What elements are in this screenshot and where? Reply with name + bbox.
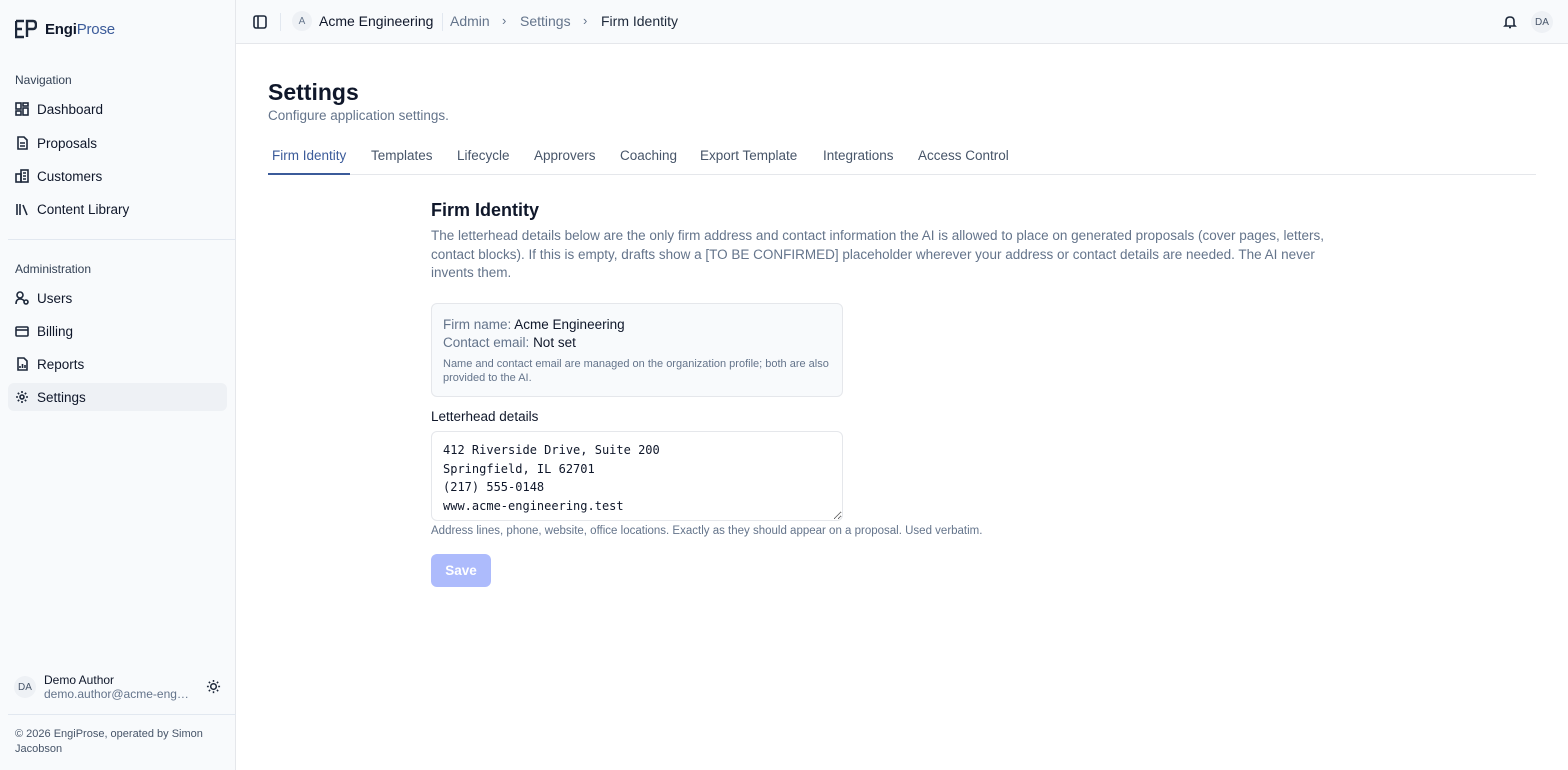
sidebar-item-label: Billing [37,323,74,339]
user-profile[interactable]: DA Demo Author demo.author@acme-engineer… [8,672,227,702]
sidebar-item-label: Proposals [37,135,98,151]
document-icon [15,136,29,150]
sidebar-item-reports[interactable]: Reports [8,350,227,378]
sidebar-divider [8,239,236,240]
firm-name-row: Firm name: Acme Engineering [443,316,831,334]
org-switcher[interactable]: Acme Engineering [319,13,433,29]
sidebar: EngiProse Navigation Dashboard Proposals… [0,0,236,770]
avatar: DA [14,676,36,698]
settings-tabs: Firm Identity Templates Lifecycle Approv… [268,138,1536,175]
library-icon [15,202,29,216]
sidebar-item-label: Settings [37,389,86,405]
sun-icon [206,679,220,693]
firm-name-label: Firm name: [443,317,512,332]
contact-email-label: Contact email: [443,335,530,350]
brand-name: EngiProse [45,20,115,38]
org-avatar: A [292,11,312,31]
profile-note: Name and contact email are managed on th… [443,358,829,384]
bell-icon [1503,16,1517,29]
engiprose-logo-icon [15,19,37,39]
sidebar-item-label: Dashboard [37,101,104,117]
footer-copyright: © 2026 EngiProse, operated by Simon Jaco… [15,728,203,755]
firm-name-value: Acme Engineering [514,317,625,332]
tab-approvers[interactable]: Approvers [534,138,596,175]
tab-coaching[interactable]: Coaching [620,138,677,175]
section-description: The letterhead details below are the onl… [431,228,1325,280]
page-subtitle: Configure application settings. [268,108,449,123]
letterhead-help-text: Address lines, phone, website, office lo… [431,525,983,537]
user-name: Demo Author [44,672,115,687]
sidebar-item-billing[interactable]: Billing [8,317,227,345]
tab-templates[interactable]: Templates [371,138,433,175]
tab-lifecycle[interactable]: Lifecycle [457,138,510,175]
tab-access-control[interactable]: Access Control [918,138,1009,175]
notifications-button[interactable] [1502,14,1518,30]
save-button[interactable]: Save [431,554,491,587]
sidebar-item-label: Content Library [37,201,130,217]
user-avatar-button[interactable]: DA [1531,11,1553,33]
credit-card-icon [15,324,29,338]
sidebar-item-label: Reports [37,356,85,372]
breadcrumb-admin[interactable]: Admin [450,13,490,29]
report-icon [15,357,29,371]
breadcrumb-separator: › [502,13,507,28]
contact-email-row: Contact email: Not set [443,334,831,352]
sidebar-item-label: Customers [37,168,103,184]
sidebar-item-settings[interactable]: Settings [8,383,227,411]
breadcrumb-separator: › [583,13,588,28]
brand[interactable]: EngiProse [15,18,115,40]
gear-icon [15,390,29,404]
breadcrumb-firm-identity: Firm Identity [601,13,679,29]
sidebar-item-content-library[interactable]: Content Library [8,195,227,223]
sidebar-item-dashboard[interactable]: Dashboard [8,95,227,123]
topbar-divider [280,13,281,31]
user-email: demo.author@acme-engineering.test [44,686,190,701]
sidebar-item-users[interactable]: Users [8,284,227,312]
top-bar: A Acme Engineering Admin › Settings › Fi… [236,0,1568,44]
users-icon [15,291,29,305]
tab-export-template[interactable]: Export Template [700,138,797,175]
dashboard-icon [15,102,29,116]
contact-email-value: Not set [533,335,576,350]
sidebar-item-label: Users [37,290,73,306]
sidebar-toggle-button[interactable] [252,14,268,30]
letterhead-textarea[interactable]: 412 Riverside Drive, Suite 200 Springfie… [431,431,843,521]
page-title: Settings [268,79,359,105]
sidebar-footer-divider [8,714,236,715]
nav-section-label: Navigation [15,73,72,87]
sidebar-item-proposals[interactable]: Proposals [8,129,227,157]
organization-info-card: Firm name: Acme Engineering Contact emai… [431,303,843,397]
sidebar-item-customers[interactable]: Customers [8,162,227,190]
sidebar-toggle-icon [253,15,267,29]
topbar-divider [442,13,443,31]
letterhead-label: Letterhead details [431,409,539,424]
breadcrumb-settings[interactable]: Settings [520,13,571,29]
section-title: Firm Identity [431,200,540,220]
building-icon [15,169,29,183]
theme-toggle-button[interactable] [205,678,221,694]
tab-integrations[interactable]: Integrations [823,138,894,175]
tab-firm-identity[interactable]: Firm Identity [268,138,351,175]
admin-section-label: Administration [15,262,92,276]
